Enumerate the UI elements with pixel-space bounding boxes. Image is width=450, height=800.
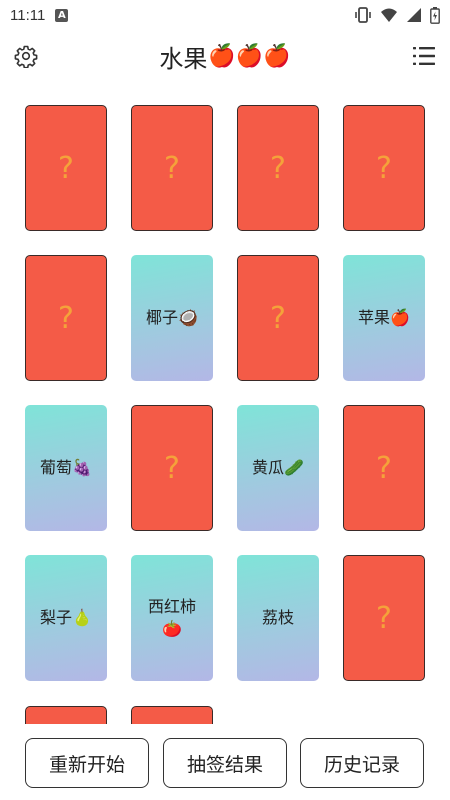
card[interactable] (131, 706, 213, 724)
status-time: 11:11 (10, 6, 46, 24)
card[interactable]: ? (343, 555, 425, 681)
card-label: 葡萄🍇 (40, 458, 92, 477)
card[interactable]: ? (343, 105, 425, 231)
card-label: 椰子🥥 (146, 308, 198, 327)
bottom-bar: 重新开始 抽签结果 历史记录 (0, 724, 450, 800)
card-label: 西红柿🍅 (147, 597, 196, 638)
card[interactable]: 椰子🥥 (131, 255, 213, 381)
card[interactable]: 西红柿🍅 (131, 555, 213, 681)
question-mark: ? (164, 150, 180, 186)
question-mark: ? (376, 150, 392, 186)
page-title-emoji: 🍎🍎🍎 (208, 43, 291, 69)
card[interactable]: 葡萄🍇 (25, 405, 107, 531)
wifi-icon (381, 8, 397, 22)
question-mark: ? (58, 300, 74, 336)
battery-icon (430, 6, 440, 24)
card[interactable]: ? (237, 105, 319, 231)
card-label: 梨子🍐 (40, 608, 92, 627)
card-grid: ????? 椰子🥥? 苹果🍎 葡萄🍇? 黄瓜🥒? 梨子🍐 西红柿🍅 荔枝? (0, 82, 450, 724)
question-mark: ? (270, 150, 286, 186)
card[interactable]: ? (25, 255, 107, 381)
card[interactable]: 苹果🍎 (343, 255, 425, 381)
restart-button[interactable]: 重新开始 (25, 738, 149, 788)
card-label: 荔枝 (261, 608, 294, 627)
question-mark: ? (376, 600, 392, 636)
card[interactable]: 梨子🍐 (25, 555, 107, 681)
card[interactable]: ? (131, 105, 213, 231)
card[interactable]: 黄瓜🥒 (237, 405, 319, 531)
question-mark: ? (270, 300, 286, 336)
card[interactable]: ? (343, 405, 425, 531)
draw-result-button[interactable]: 抽签结果 (163, 738, 287, 788)
status-icons (354, 6, 440, 24)
card-label: 黄瓜🥒 (252, 458, 304, 477)
signal-icon (407, 8, 421, 22)
question-mark: ? (164, 450, 180, 486)
status-bar: 11:11 A (0, 0, 450, 30)
vibrate-icon (355, 7, 371, 23)
history-button[interactable]: 历史记录 (300, 738, 424, 788)
card[interactable]: ? (237, 255, 319, 381)
card[interactable]: ? (131, 405, 213, 531)
page-title-text: 水果 (159, 44, 208, 73)
question-mark: ? (376, 450, 392, 486)
card[interactable]: ? (25, 105, 107, 231)
card[interactable] (25, 706, 107, 724)
card[interactable]: 荔枝 (237, 555, 319, 681)
list-menu-icon (413, 47, 435, 65)
app-bar: 水果 🍎🍎🍎 (0, 30, 450, 82)
question-mark: ? (58, 150, 74, 186)
notification-icon: A (55, 8, 69, 22)
menu-button[interactable] (408, 40, 440, 72)
page-title: 水果 🍎🍎🍎 (0, 30, 450, 82)
card-label: 苹果🍎 (358, 308, 410, 327)
